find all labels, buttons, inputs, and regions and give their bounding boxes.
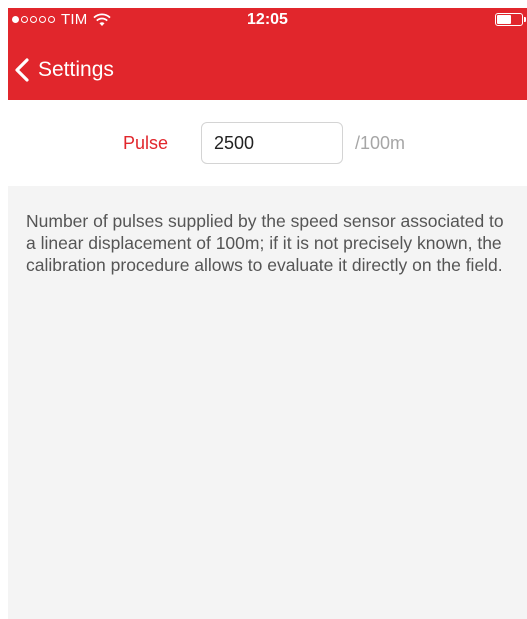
status-bar: TIM 12:05: [8, 8, 527, 32]
back-button[interactable]: Settings: [14, 48, 114, 92]
pulse-description: Number of pulses supplied by the speed s…: [26, 211, 504, 275]
battery-icon: [495, 13, 526, 26]
pulse-input[interactable]: [201, 122, 343, 164]
pulse-label: Pulse: [123, 133, 169, 153]
top-bar: TIM 12:05 Settings: [8, 8, 527, 100]
navigation-bar: Settings: [8, 48, 527, 92]
info-panel: Number of pulses supplied by the speed s…: [8, 186, 527, 619]
pulse-unit: /100m: [355, 133, 406, 153]
battery-level: [497, 15, 512, 24]
status-time: 12:05: [247, 11, 288, 28]
pulse-setting-row: Pulse /100m: [0, 122, 527, 164]
back-button-label: Settings: [38, 58, 114, 81]
chevron-left-icon: [15, 58, 29, 82]
